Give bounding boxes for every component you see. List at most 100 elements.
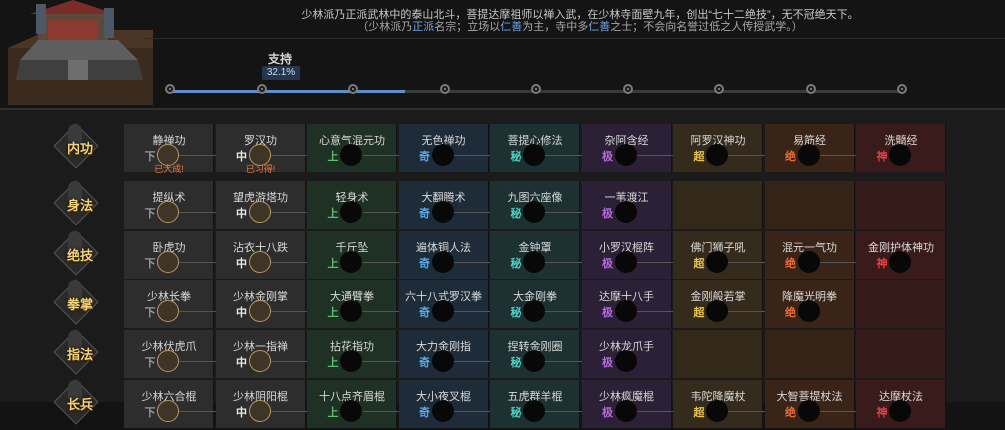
skill-cell[interactable]: 易筋经绝 xyxy=(764,124,890,172)
skill-cell[interactable]: 十八点齐眉棍上 xyxy=(307,380,432,428)
skill-row: 指法 少林伏虎爪下少林一指禅中拈花指功上大力金刚指奇捏转金刚圈秘少林龙爪手极 xyxy=(0,329,1005,380)
sect-header: 少林派乃正派武林中的泰山北斗，菩提达摩祖师以禅入武，在少林寺面壁九年，创出“七十… xyxy=(0,0,1005,112)
skill-cell[interactable]: 提纵术下 xyxy=(124,181,249,229)
skill-cell[interactable]: 达摩十八手极 xyxy=(581,280,707,328)
skill-cell[interactable]: 轻身术上 xyxy=(307,181,432,229)
skill-category[interactable]: 长兵 xyxy=(52,379,112,426)
skill-category-label: 指法 xyxy=(66,347,93,362)
progress-milestone-node[interactable] xyxy=(622,84,633,94)
skill-portrait-icon xyxy=(157,251,179,273)
skill-category[interactable]: 绝技 xyxy=(52,230,112,277)
skill-tier-badge: 极 xyxy=(602,151,613,163)
skill-status: 已习得! xyxy=(245,164,276,174)
locked-skill-icon xyxy=(614,144,637,166)
skill-cell[interactable]: 无色禅功奇 xyxy=(398,124,524,172)
skill-cell[interactable]: 拈花指功上 xyxy=(307,330,432,378)
empty-skill-slot xyxy=(856,330,946,378)
skill-category-label: 长兵 xyxy=(66,397,93,412)
skill-cell[interactable]: 六十八式罗汉拳奇 xyxy=(398,280,524,328)
skill-tier-badge: 上 xyxy=(327,357,339,369)
progress-milestone-node[interactable] xyxy=(897,84,907,94)
skill-row: 内功 静禅功下已大成! 罗汉功中已习得! 心意气混元功上无色禅功奇菩提心修法秘杂阿含经… xyxy=(0,123,1005,174)
progress-milestone-node[interactable] xyxy=(531,84,541,94)
skill-cell[interactable]: 菩提心修法秘 xyxy=(490,124,615,172)
locked-skill-icon xyxy=(614,251,637,273)
skill-tier-badge: 极 xyxy=(602,258,613,270)
skill-cell[interactable]: 大力金刚指奇 xyxy=(398,330,524,378)
skill-portrait-icon xyxy=(157,300,179,322)
skill-cell[interactable]: 大智菩提杖法绝 xyxy=(764,380,890,428)
skill-portrait-icon xyxy=(248,350,271,372)
progress-milestone-node[interactable] xyxy=(439,84,450,94)
note-highlight-benevolent: 仁善 xyxy=(588,21,611,33)
skill-cell[interactable]: 少林伏虎爪下 xyxy=(124,330,249,378)
skill-category[interactable]: 身法 xyxy=(52,180,112,227)
skill-cell[interactable]: 遍体铜人法奇 xyxy=(398,231,524,279)
skill-cells: 少林伏虎爪下少林一指禅中拈花指功上大力金刚指奇捏转金刚圈秘少林龙爪手极 xyxy=(124,330,948,378)
skill-tier-badge: 下 xyxy=(144,208,156,220)
skill-portrait-icon xyxy=(157,400,179,422)
support-label: 支持 xyxy=(267,52,292,66)
skill-tier-badge: 极 xyxy=(602,208,613,220)
skill-tier-badge: 神 xyxy=(876,151,888,163)
skill-cell[interactable]: 韦陀降魔杖超 xyxy=(673,380,798,428)
progress-milestone-node[interactable] xyxy=(714,84,724,94)
locked-skill-icon xyxy=(889,144,911,166)
skill-cell[interactable]: 金钟罩秘 xyxy=(490,231,615,279)
skill-cell[interactable]: 千斤坠上 xyxy=(307,231,432,279)
skill-cell[interactable]: 混元一气功绝 xyxy=(764,231,890,279)
progress-milestone-node[interactable] xyxy=(256,84,267,94)
progress-milestone-node[interactable] xyxy=(165,84,175,94)
note-part: （少林派乃 xyxy=(357,21,413,33)
skill-cell[interactable]: 五虎群羊棍秘 xyxy=(490,380,615,428)
skill-cell[interactable]: 少林六合棍下 xyxy=(124,380,249,428)
skill-cell[interactable]: 降魔光明拳绝 xyxy=(764,280,855,328)
locked-skill-icon xyxy=(797,251,820,273)
skill-tier-badge: 神 xyxy=(876,407,888,419)
skill-cell[interactable]: 心意气混元功上 xyxy=(307,124,432,172)
skill-category[interactable]: 拳掌 xyxy=(52,279,112,326)
locked-skill-icon xyxy=(614,350,637,372)
skill-cell[interactable]: 九图六座像秘 xyxy=(490,181,615,229)
skill-cell[interactable]: 望虎游塔功中 xyxy=(215,181,341,229)
skill-cell[interactable]: 洗髓经神 xyxy=(856,124,946,172)
skill-category-label: 身法 xyxy=(66,198,93,213)
skill-cell[interactable]: 大金刚拳秘 xyxy=(490,280,615,328)
skill-cell[interactable]: 少林金刚掌中 xyxy=(215,280,341,328)
skill-category[interactable]: 指法 xyxy=(52,329,112,376)
progress-milestone-node[interactable] xyxy=(805,84,816,94)
skill-cell[interactable]: 大通臂拳上 xyxy=(307,280,432,328)
skill-portrait-icon xyxy=(248,300,271,322)
skill-cell[interactable]: 少林疯魔棍极 xyxy=(581,380,707,428)
skill-cell[interactable]: 少林一指禅中 xyxy=(215,330,341,378)
locked-skill-icon xyxy=(706,400,728,422)
skill-cell[interactable]: 杂阿含经极 xyxy=(581,124,707,172)
skill-cell[interactable]: 阿罗汉神功超 xyxy=(673,124,798,172)
header-divider xyxy=(145,38,1005,39)
skill-cell[interactable]: 大翻腾术奇 xyxy=(398,181,524,229)
skill-cell[interactable]: 卧虎功下 xyxy=(124,231,249,279)
skill-cell[interactable]: 达摩杖法神 xyxy=(856,380,946,428)
skill-cell[interactable]: 金刚般若掌超 xyxy=(673,280,798,328)
skill-cell[interactable]: 沾衣十八跌中 xyxy=(215,231,341,279)
skill-cell[interactable]: 少林龙爪手极 xyxy=(581,330,672,378)
skill-tier-badge: 下 xyxy=(144,357,156,369)
empty-skill-slot xyxy=(764,181,855,229)
skill-cell[interactable]: 捏转金刚圈秘 xyxy=(490,330,615,378)
skill-tier-badge: 秘 xyxy=(510,307,522,319)
skill-cell[interactable]: 大小夜叉棍奇 xyxy=(398,380,524,428)
skill-cell[interactable]: 小罗汉棍阵极 xyxy=(581,231,707,279)
skill-cell[interactable]: 少林长拳下 xyxy=(124,280,249,328)
skill-cell[interactable]: 金刚护体神功神 xyxy=(856,231,946,279)
skill-category[interactable]: 内功 xyxy=(52,123,112,170)
locked-skill-icon xyxy=(431,400,454,422)
progress-milestone-node[interactable] xyxy=(348,84,358,94)
skill-tier-badge: 超 xyxy=(693,407,705,419)
skill-cell[interactable]: 罗汉功中已习得! xyxy=(215,124,341,174)
skill-cell[interactable]: 静禅功下已大成! xyxy=(124,124,249,174)
locked-skill-icon xyxy=(706,144,728,166)
skill-cell[interactable]: 一苇渡江极 xyxy=(581,181,672,229)
skill-tier-badge: 秘 xyxy=(510,208,522,220)
skill-cell[interactable]: 少林阴阳棍中 xyxy=(215,380,341,428)
skill-cell[interactable]: 佛门狮子吼超 xyxy=(673,231,798,279)
